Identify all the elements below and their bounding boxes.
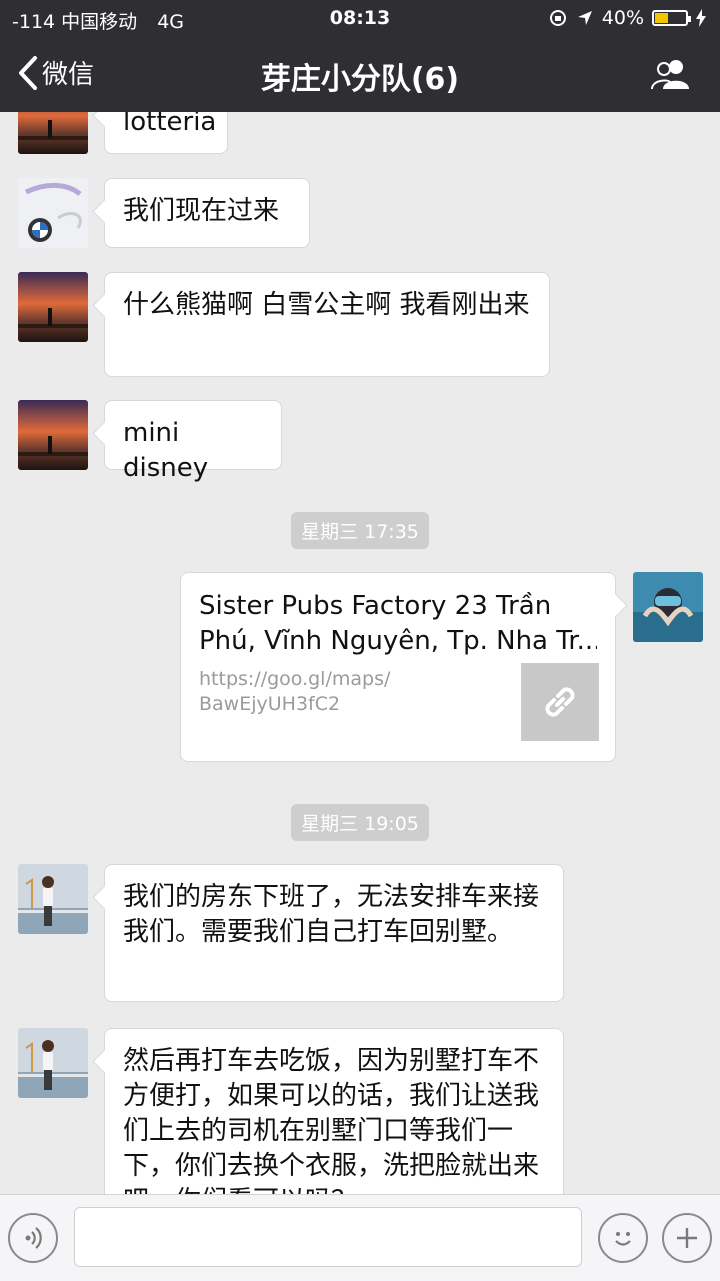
- voice-icon: [25, 1227, 42, 1249]
- chat-title: 芽庄小分队(6): [260, 62, 460, 97]
- timestamp: 星期三 19:05: [0, 804, 720, 841]
- message-text: 我们的房东下班了，无法安排车来接我们。需要我们自己打车回别墅。: [123, 882, 540, 947]
- message-text: lotteria: [123, 112, 217, 137]
- message-text: 然后再打车去吃饭，因为别墅打车不方便打，如果可以的话，我们让送我们上去的司机在别…: [123, 1046, 540, 1194]
- message-bubble[interactable]: 什么熊猫啊 白雪公主啊 我看刚出来: [104, 272, 550, 377]
- message-bubble[interactable]: 然后再打车去吃饭，因为别墅打车不方便打，如果可以的话，我们让送我们上去的司机在别…: [104, 1028, 564, 1194]
- person-photo-avatar[interactable]: [18, 1028, 88, 1098]
- message-bubble[interactable]: lotteria: [104, 112, 228, 154]
- group-members-button[interactable]: [650, 58, 692, 94]
- voice-button[interactable]: [8, 1213, 58, 1263]
- more-button[interactable]: [662, 1213, 712, 1263]
- message-bubble[interactable]: mini disney: [104, 400, 282, 483]
- lock-rotation-icon: [549, 10, 566, 26]
- message-text: 我们现在过来: [123, 196, 280, 226]
- link-thumbnail: [521, 663, 599, 741]
- message-text: mini disney: [123, 418, 209, 483]
- status-bar: -114 中国移动 4G 08:13 40%: [0, 0, 720, 36]
- battery-percent: 40%: [601, 7, 644, 29]
- emoji-icon: [615, 1232, 631, 1246]
- person-photo-avatar[interactable]: [18, 864, 88, 934]
- sunset-avatar[interactable]: [18, 272, 88, 342]
- message-list[interactable]: lotteria 我们现在过来 什么熊猫啊 白雪公主啊 我看刚出来 mini d…: [0, 112, 720, 1194]
- link-card[interactable]: Sister Pubs Factory 23 Trần Phú, Vĩnh Ng…: [180, 572, 616, 762]
- link-icon: [545, 687, 575, 717]
- timestamp-label: 星期三 17:35: [291, 512, 429, 549]
- emoji-button[interactable]: [598, 1213, 648, 1263]
- diver-avatar[interactable]: [633, 572, 703, 642]
- location-icon: [577, 11, 592, 25]
- message-text: 什么熊猫啊 白雪公主啊 我看刚出来: [123, 290, 530, 320]
- timestamp-label: 星期三 19:05: [291, 804, 429, 841]
- sunset-avatar[interactable]: [18, 400, 88, 470]
- battery-icon: [652, 10, 691, 26]
- group-members-icon: [651, 60, 689, 90]
- charging-icon: [696, 9, 706, 27]
- bmw-keychain-avatar[interactable]: [18, 178, 88, 248]
- status-right: 40%: [548, 7, 706, 29]
- sunset-avatar[interactable]: [18, 112, 88, 154]
- message-bubble[interactable]: 我们现在过来: [104, 178, 310, 248]
- plus-icon: [677, 1228, 697, 1248]
- link-title-line: Phú, Vĩnh Nguyên, Tp. Nha Tr...: [199, 626, 597, 656]
- message-bubble[interactable]: 我们的房东下班了，无法安排车来接我们。需要我们自己打车回别墅。: [104, 864, 564, 1002]
- link-title-line: Sister Pubs Factory 23 Trần: [199, 591, 552, 621]
- input-bar: [0, 1194, 720, 1281]
- nav-bar: 微信 芽庄小分队(6): [0, 36, 720, 112]
- timestamp: 星期三 17:35: [0, 512, 720, 549]
- message-input[interactable]: [74, 1207, 582, 1267]
